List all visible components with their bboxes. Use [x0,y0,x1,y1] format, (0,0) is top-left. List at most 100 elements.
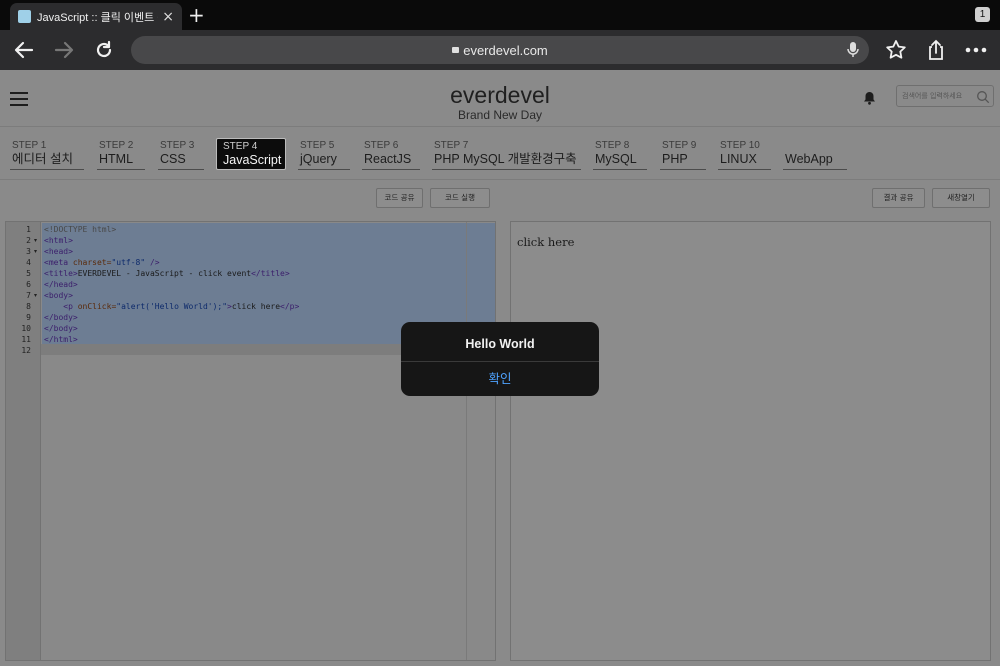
code-token: <meta [44,258,69,267]
step-number: STEP 8 [595,140,630,151]
print-margin [466,222,467,660]
step-tab-1[interactable]: STEP 1 에디터 설치 [10,139,84,170]
step-number: STEP 3 [160,140,195,151]
line-number: 12 [21,346,31,355]
step-number: STEP 7 [434,140,469,151]
preview-click-text[interactable]: click here [517,235,574,249]
code-token: /> [145,258,160,267]
code-line-11: </html> [44,335,78,344]
code-editor[interactable]: 1 2 3 4 5 6 7 8 9 10 11 12 ▾ ▾ ▾ <!DOCTY… [5,221,496,661]
code-line-7: <body> [44,291,73,300]
line-number: 9 [26,313,31,322]
code-token: </p> [280,302,300,311]
step-tab-2[interactable]: STEP 2 HTML [97,139,145,170]
code-token: onClick= [72,302,117,311]
new-tab-button[interactable]: + [188,3,205,27]
step-tab-8[interactable]: STEP 8 MySQL [593,139,647,170]
step-name: WebApp [785,152,833,166]
arrow-right-icon [54,41,74,59]
tab-count-badge[interactable]: 1 [975,7,990,22]
more-button[interactable] [962,36,990,64]
step-name: HTML [99,152,134,166]
code-token: "utf-8" [111,258,146,267]
browser-tab-bar: JavaScript :: 클릭 이벤트 생 × + 1 [0,0,1000,30]
microphone-icon[interactable] [847,42,859,62]
site-favicon-icon [18,10,31,23]
line-number: 5 [26,269,31,278]
step-navigation: STEP 1 에디터 설치 STEP 2 HTML STEP 3 CSS STE… [0,127,1000,180]
forward-button[interactable] [50,36,78,64]
code-line-4: <meta charset="utf-8" /> [44,257,160,268]
code-line-9: </body> [44,313,78,322]
step-name: ReactJS [364,152,412,166]
step-tab-10[interactable]: STEP 10 LINUX [718,139,771,170]
step-name: JavaScript [223,153,282,167]
code-token: </title> [251,269,290,278]
result-share-button[interactable]: 결과 공유 [872,188,925,208]
code-token: charset= [68,258,112,267]
site-search-input[interactable]: 검색어를 입력하세요 [896,85,994,107]
browser-toolbar: everdevel.com [0,30,1000,70]
star-icon [886,40,906,59]
step-number: STEP 5 [300,140,335,151]
step-tab-6[interactable]: STEP 6 ReactJS [362,139,420,170]
step-number: STEP 10 [720,140,760,151]
fold-arrow-icon[interactable]: ▾ [34,292,492,299]
more-dots-icon [965,47,987,53]
code-line-6: </head> [44,280,78,289]
step-name: LINUX [720,152,757,166]
search-icon[interactable] [976,89,990,108]
share-button[interactable] [922,36,950,64]
step-tab-3[interactable]: STEP 3 CSS [158,139,204,170]
step-tab-webapp[interactable]: WebApp [783,139,847,170]
step-name: PHP [662,152,688,166]
arrow-left-icon [14,41,34,59]
step-tab-9[interactable]: STEP 9 PHP [660,139,706,170]
result-preview[interactable]: click here [510,221,991,661]
fold-arrow-icon[interactable]: ▾ [34,248,492,255]
fold-arrow-icon[interactable]: ▾ [34,237,492,244]
step-name: jQuery [300,152,337,166]
line-number: 4 [26,258,31,267]
code-line-3: <head> [44,247,73,256]
address-bar[interactable]: everdevel.com [131,36,869,64]
code-token: click here [231,302,281,311]
open-new-window-button[interactable]: 새창열기 [932,188,990,208]
step-number: STEP 4 [223,141,258,152]
code-token: "alert('Hello World');" [116,302,228,311]
code-share-button[interactable]: 코드 공유 [376,188,423,208]
code-run-button[interactable]: 코드 실행 [430,188,490,208]
search-placeholder: 검색어를 입력하세요 [902,92,963,100]
step-tab-7[interactable]: STEP 7 PHP MySQL 개발환경구축 [432,139,581,170]
alert-message: Hello World [465,337,535,351]
line-number: 8 [26,302,31,311]
code-token: EVERDEVEL - JavaScript - click event [77,269,252,278]
back-button[interactable] [10,36,38,64]
url-text: everdevel.com [463,42,548,58]
step-number: STEP 6 [364,140,399,151]
bell-icon[interactable] [863,90,876,109]
reload-button[interactable] [90,36,118,64]
alert-dialog: Hello World 확인 [401,322,599,396]
bookmark-button[interactable] [882,36,910,64]
line-number: 10 [21,324,31,333]
alert-confirm-button[interactable]: 확인 [401,362,599,396]
site-slogan: Brand New Day [457,108,543,122]
site-logo[interactable]: everdevel [0,82,1000,109]
browser-tab[interactable]: JavaScript :: 클릭 이벤트 생 × [10,3,182,30]
tab-title: JavaScript :: 클릭 이벤트 생 [37,11,159,24]
code-token: <p [63,302,73,311]
code-line-1: <!DOCTYPE html> [44,225,117,234]
step-tab-5[interactable]: STEP 5 jQuery [298,139,350,170]
code-line-2: <html> [44,236,73,245]
lock-icon [452,47,460,53]
step-tab-4[interactable]: STEP 4 JavaScript [216,138,286,170]
site-header: everdevel Brand New Day 검색어를 입력하세요 [0,70,1000,127]
step-name: MySQL [595,152,637,166]
step-number: STEP 1 [12,140,47,151]
close-tab-icon[interactable]: × [162,9,174,25]
code-token: <title> [44,269,78,278]
line-number: 1 [26,225,31,234]
step-number: STEP 9 [662,140,697,151]
